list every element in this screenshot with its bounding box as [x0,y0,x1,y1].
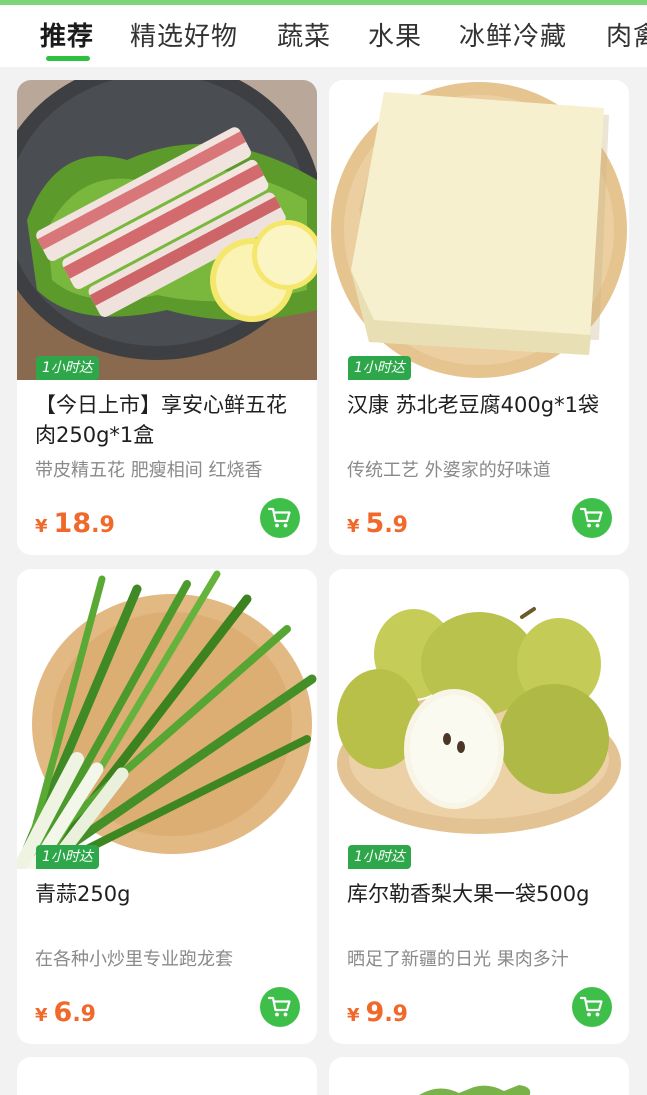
product-price: ¥5.9 [347,508,408,539]
product-title[interactable]: 库尔勒香梨大果一袋500g [347,879,615,909]
price-integer: 5 [365,508,385,539]
add-to-cart-button[interactable] [572,498,612,538]
product-title[interactable]: 【今日上市】享安心鲜五花肉250g*1盒 [35,390,303,450]
price-currency: ¥ [35,1005,48,1026]
tab-recommended[interactable]: 推荐 [40,16,94,53]
product-card[interactable]: 1小时达 库尔勒香梨大果一袋500g 晒足了新疆的日光 果肉多汁 ¥9.9 [329,569,629,1044]
tab-selected-goods[interactable]: 精选好物 [130,16,238,53]
price-currency: ¥ [347,1005,360,1026]
add-to-cart-button[interactable] [572,987,612,1027]
tab-meat-poultry[interactable]: 肉禽 [606,16,647,53]
add-to-cart-button[interactable] [260,987,300,1027]
product-title[interactable]: 汉康 苏北老豆腐400g*1袋 [347,390,615,420]
one-hour-delivery-badge: 1小时达 [36,845,99,869]
product-description: 带皮精五花 肥瘦相间 红烧香 [35,460,263,481]
product-image-pork-belly[interactable] [17,80,317,380]
price-decimal: .9 [384,513,408,538]
product-price: ¥9.9 [347,997,408,1028]
one-hour-delivery-badge: 1小时达 [348,356,411,380]
product-card[interactable] [17,1057,317,1095]
product-description: 晒足了新疆的日光 果肉多汁 [347,949,569,970]
cart-icon [268,996,291,1017]
product-image-partial [419,1085,531,1095]
product-description: 在各种小炒里专业跑龙套 [35,949,233,970]
price-integer: 6 [53,997,73,1028]
category-tab-bar: 推荐 精选好物 蔬菜 水果 冰鲜冷藏 肉禽 [0,5,647,67]
cart-icon [580,507,603,528]
price-decimal: .9 [72,1002,96,1027]
product-title[interactable]: 青蒜250g [35,879,303,909]
price-currency: ¥ [347,516,360,537]
product-card[interactable]: 1小时达 【今日上市】享安心鲜五花肉250g*1盒 带皮精五花 肥瘦相间 红烧香… [17,80,317,555]
product-grid: 1小时达 【今日上市】享安心鲜五花肉250g*1盒 带皮精五花 肥瘦相间 红烧香… [0,67,647,1095]
tab-vegetables[interactable]: 蔬菜 [277,16,331,53]
tab-fruits[interactable]: 水果 [368,16,422,53]
product-price: ¥6.9 [35,997,96,1028]
price-integer: 9 [365,997,385,1028]
price-decimal: .9 [384,1002,408,1027]
tab-chilled-frozen[interactable]: 冰鲜冷藏 [459,16,567,53]
product-image-tofu[interactable] [329,80,629,380]
active-tab-indicator [46,56,90,61]
price-integer: 18 [53,508,92,539]
product-image-green-garlic[interactable] [17,569,317,869]
price-currency: ¥ [35,516,48,537]
product-card[interactable]: 1小时达 青蒜250g 在各种小炒里专业跑龙套 ¥6.9 [17,569,317,1044]
cart-icon [268,507,291,528]
one-hour-delivery-badge: 1小时达 [348,845,411,869]
product-image-pears[interactable] [329,569,629,869]
price-decimal: .9 [91,513,115,538]
product-card[interactable] [329,1057,629,1095]
add-to-cart-button[interactable] [260,498,300,538]
product-card[interactable]: 1小时达 汉康 苏北老豆腐400g*1袋 传统工艺 外婆家的好味道 ¥5.9 [329,80,629,555]
cart-icon [580,996,603,1017]
one-hour-delivery-badge: 1小时达 [36,356,99,380]
product-price: ¥18.9 [35,508,115,539]
product-description: 传统工艺 外婆家的好味道 [347,460,551,481]
